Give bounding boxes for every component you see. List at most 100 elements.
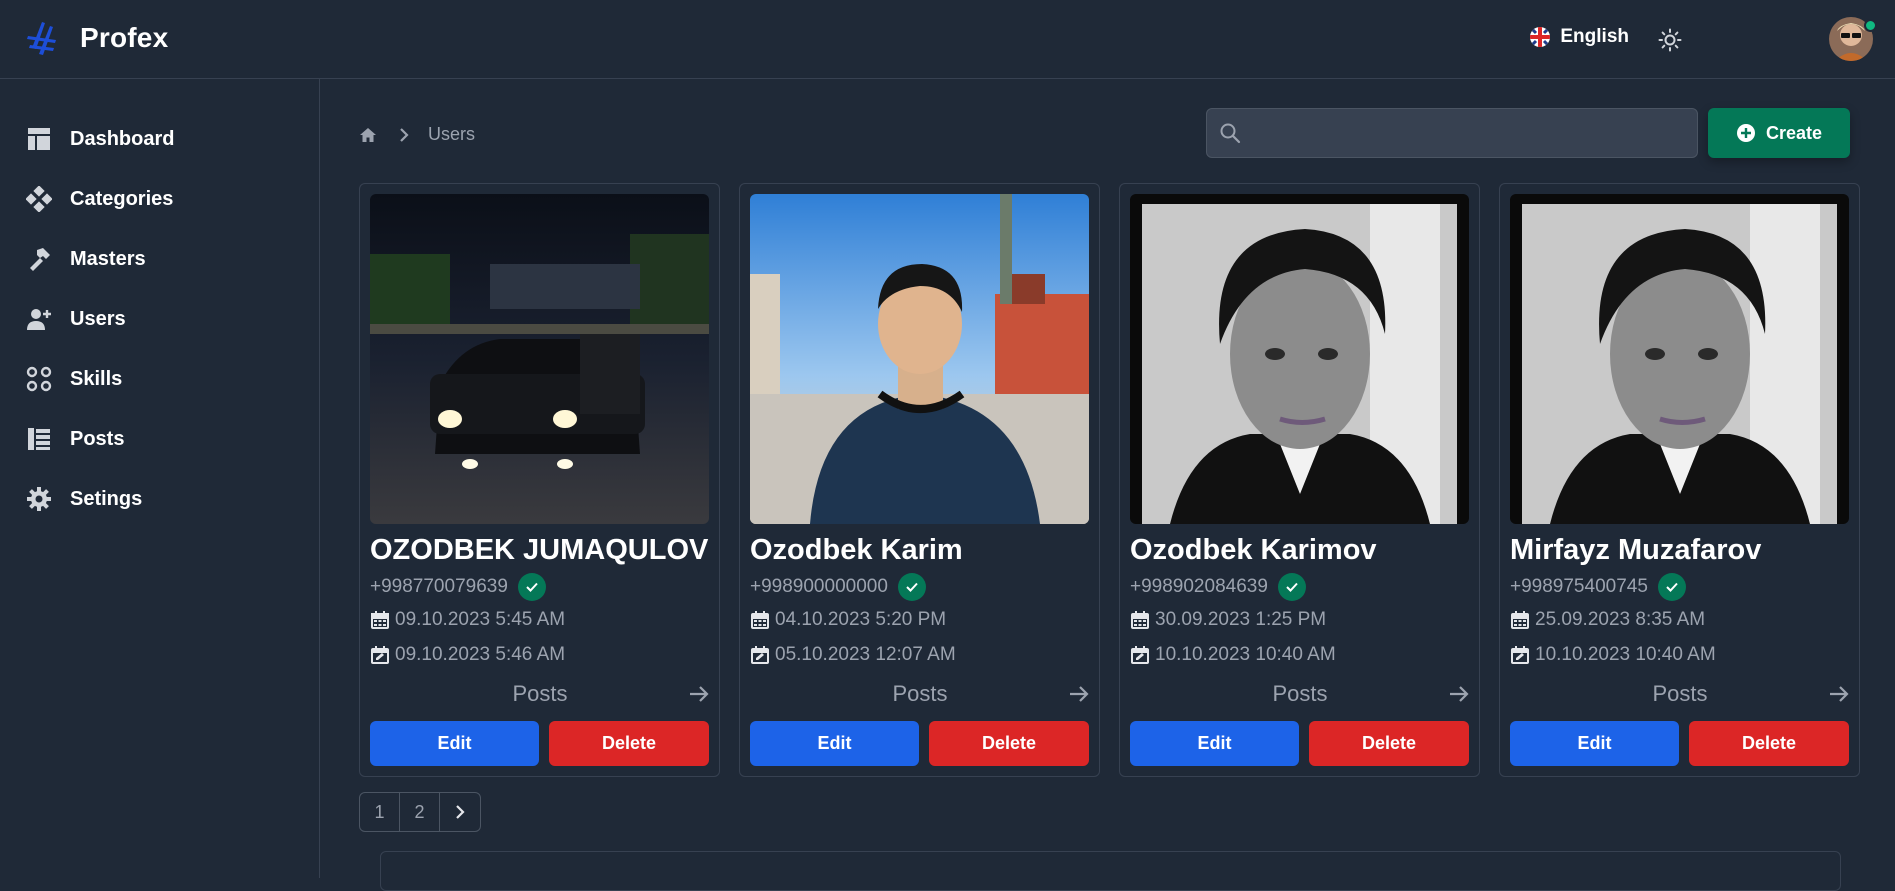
user-photo[interactable] xyxy=(370,194,709,524)
edit-button[interactable]: Edit xyxy=(1130,721,1299,766)
posts-link-label: Posts xyxy=(892,681,948,706)
sidebar-item-label: Setings xyxy=(70,487,143,510)
phone-row: +998975400745 xyxy=(1510,573,1686,601)
sidebar-item-posts[interactable]: Posts xyxy=(0,409,319,469)
search-bar[interactable] xyxy=(1206,108,1698,158)
create-button[interactable]: Create xyxy=(1708,108,1850,158)
user-card: Mirfayz Muzafarov +998975400745 25.09.20… xyxy=(1499,183,1860,777)
user-photo[interactable] xyxy=(1130,194,1469,524)
search-input[interactable] xyxy=(1241,109,1697,157)
posts-link-label: Posts xyxy=(1652,681,1708,706)
breadcrumb-current: Users xyxy=(428,124,476,144)
phone-row: +998900000000 xyxy=(750,573,926,601)
sidebar-item-label: Categories xyxy=(70,187,174,210)
language-selector[interactable]: English xyxy=(1530,26,1629,48)
online-status-dot xyxy=(1864,19,1877,32)
sidebar: Dashboard Categories Masters Users Skill… xyxy=(0,79,320,878)
delete-button[interactable]: Delete xyxy=(1689,721,1849,766)
user-card: Ozodbek Karim +998900000000 04.10.2023 5… xyxy=(739,183,1100,777)
calendar-edit-icon xyxy=(751,646,769,664)
edit-button[interactable]: Edit xyxy=(370,721,539,766)
delete-button[interactable]: Delete xyxy=(1309,721,1469,766)
skills-icon xyxy=(26,366,52,392)
arrow-right-icon xyxy=(690,686,709,702)
uk-flag-icon xyxy=(1530,27,1551,47)
calendar-icon xyxy=(1511,611,1529,629)
created-date-row: 30.09.2023 1:25 PM xyxy=(1130,609,1326,631)
sidebar-item-masters[interactable]: Masters xyxy=(0,229,319,289)
pagination: 1 2 xyxy=(359,792,481,832)
bottom-panel xyxy=(380,851,1841,891)
verified-check-icon xyxy=(897,573,926,601)
updated-date: 05.10.2023 12:07 AM xyxy=(775,644,956,665)
search-icon xyxy=(1220,123,1241,144)
created-date: 04.10.2023 5:20 PM xyxy=(775,609,947,630)
list-icon xyxy=(28,428,50,450)
created-date: 25.09.2023 8:35 AM xyxy=(1535,609,1706,630)
posts-link[interactable]: Posts xyxy=(750,679,1090,709)
user-name: Ozodbek Karim xyxy=(750,534,963,566)
top-bar: Profex English xyxy=(0,0,1895,79)
user-photo[interactable] xyxy=(1510,194,1849,524)
posts-link[interactable]: Posts xyxy=(1130,679,1470,709)
delete-button[interactable]: Delete xyxy=(549,721,709,766)
created-date-row: 09.10.2023 5:45 AM xyxy=(370,609,565,631)
delete-button[interactable]: Delete xyxy=(929,721,1089,766)
page-button-1[interactable]: 1 xyxy=(360,793,400,831)
user-phone: +998770079639 xyxy=(370,576,508,597)
user-name: Mirfayz Muzafarov xyxy=(1510,534,1762,566)
updated-date-row: 10.10.2023 10:40 AM xyxy=(1130,644,1336,666)
arrow-right-icon xyxy=(1830,686,1849,702)
sidebar-item-label: Skills xyxy=(70,367,123,390)
sidebar-item-dashboard[interactable]: Dashboard xyxy=(0,109,319,169)
posts-link-label: Posts xyxy=(1272,681,1328,706)
calendar-edit-icon xyxy=(371,646,389,664)
language-label: English xyxy=(1560,26,1629,47)
page-button-2[interactable]: 2 xyxy=(400,793,440,831)
sidebar-item-label: Masters xyxy=(70,247,146,270)
sidebar-item-categories[interactable]: Categories xyxy=(0,169,319,229)
edit-button[interactable]: Edit xyxy=(1510,721,1679,766)
phone-row: +998902084639 xyxy=(1130,573,1306,601)
verified-check-icon xyxy=(517,573,546,601)
user-photo[interactable] xyxy=(750,194,1089,524)
updated-date: 10.10.2023 10:40 AM xyxy=(1155,644,1336,665)
updated-date-row: 10.10.2023 10:40 AM xyxy=(1510,644,1716,666)
gear-icon xyxy=(27,487,51,511)
breadcrumb: Users xyxy=(359,124,475,145)
created-date: 09.10.2023 5:45 AM xyxy=(395,609,566,630)
next-page-button[interactable] xyxy=(440,793,480,831)
hammer-icon xyxy=(30,248,50,271)
updated-date-row: 09.10.2023 5:46 AM xyxy=(370,644,565,666)
updated-date: 09.10.2023 5:46 AM xyxy=(395,644,566,665)
chevron-right-icon xyxy=(456,805,465,819)
phone-row: +998770079639 xyxy=(370,573,546,601)
verified-check-icon xyxy=(1657,573,1686,601)
sidebar-item-settings[interactable]: Setings xyxy=(0,469,319,529)
posts-link[interactable]: Posts xyxy=(1510,679,1850,709)
sun-icon[interactable] xyxy=(1658,28,1682,52)
chevron-right-icon xyxy=(400,127,409,142)
calendar-edit-icon xyxy=(1131,646,1149,664)
created-date-row: 25.09.2023 8:35 AM xyxy=(1510,609,1705,631)
user-name: Ozodbek Karimov xyxy=(1130,534,1377,566)
home-icon[interactable] xyxy=(359,126,377,144)
sidebar-item-label: Dashboard xyxy=(70,127,175,150)
sidebar-item-skills[interactable]: Skills xyxy=(0,349,319,409)
sidebar-item-label: Users xyxy=(70,307,126,330)
user-phone: +998975400745 xyxy=(1510,576,1648,597)
posts-link[interactable]: Posts xyxy=(370,679,710,709)
profex-logo-icon xyxy=(27,22,56,55)
main-content: Users Create OZODBEK JUMAQULOV +99877007… xyxy=(321,79,1895,891)
sidebar-item-users[interactable]: Users xyxy=(0,289,319,349)
edit-button[interactable]: Edit xyxy=(750,721,919,766)
calendar-edit-icon xyxy=(1511,646,1529,664)
app-logo[interactable]: Profex xyxy=(26,18,168,58)
updated-date-row: 05.10.2023 12:07 AM xyxy=(750,644,956,666)
verified-check-icon xyxy=(1277,573,1306,601)
created-date: 30.09.2023 1:25 PM xyxy=(1155,609,1327,630)
sidebar-item-label: Posts xyxy=(70,427,125,450)
plus-circle-icon xyxy=(1736,124,1755,142)
app-title: Profex xyxy=(80,22,169,53)
updated-date: 10.10.2023 10:40 AM xyxy=(1535,644,1716,665)
